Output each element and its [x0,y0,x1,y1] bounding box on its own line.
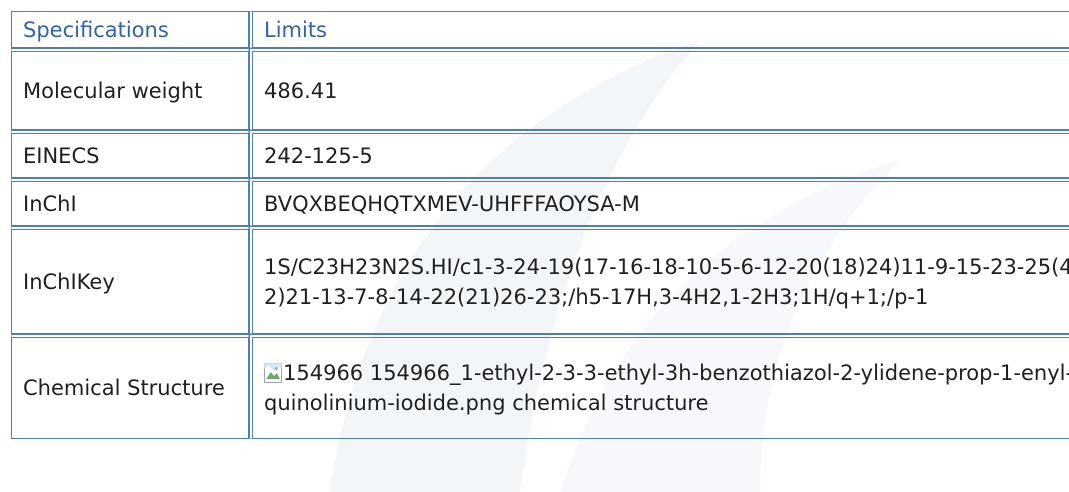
table-row: InChI BVQXBEQHQTXMEV-UHFFFAOYSA-M [11,178,1069,226]
row-label-einecs: EINECS [11,130,249,178]
table-header-row: Specifications Limits [11,11,1069,48]
row-label-molecular-weight: Molecular weight [11,48,249,130]
broken-image-icon [264,361,282,383]
chemical-structure-alt-text: 154966 154966_1-ethyl-2-3-3-ethyl-3h-ben… [264,361,1069,415]
row-value-molecular-weight: 486.41 [249,48,1069,130]
row-label-inchikey: InChIKey [11,226,249,334]
row-label-chemical-structure: Chemical Structure [11,334,249,439]
row-value-chemical-structure: 154966 154966_1-ethyl-2-3-3-ethyl-3h-ben… [249,334,1069,439]
row-value-einecs: 242-125-5 [249,130,1069,178]
specifications-table: Specifications Limits Molecular weight 4… [11,11,1069,439]
specifications-header: Specifications [11,11,249,48]
table-row: Chemical Structure 154966 154966_1-ethyl… [11,334,1069,439]
table-row: EINECS 242-125-5 [11,130,1069,178]
limits-header: Limits [249,11,1069,48]
row-value-inchikey: 1S/C23H23N2S.HI/c1-3-24-19(17-16-18-10-5… [249,226,1069,334]
row-label-inchi: InChI [11,178,249,226]
table-row: Molecular weight 486.41 [11,48,1069,130]
table-row: InChIKey 1S/C23H23N2S.HI/c1-3-24-19(17-1… [11,226,1069,334]
row-value-inchi: BVQXBEQHQTXMEV-UHFFFAOYSA-M [249,178,1069,226]
